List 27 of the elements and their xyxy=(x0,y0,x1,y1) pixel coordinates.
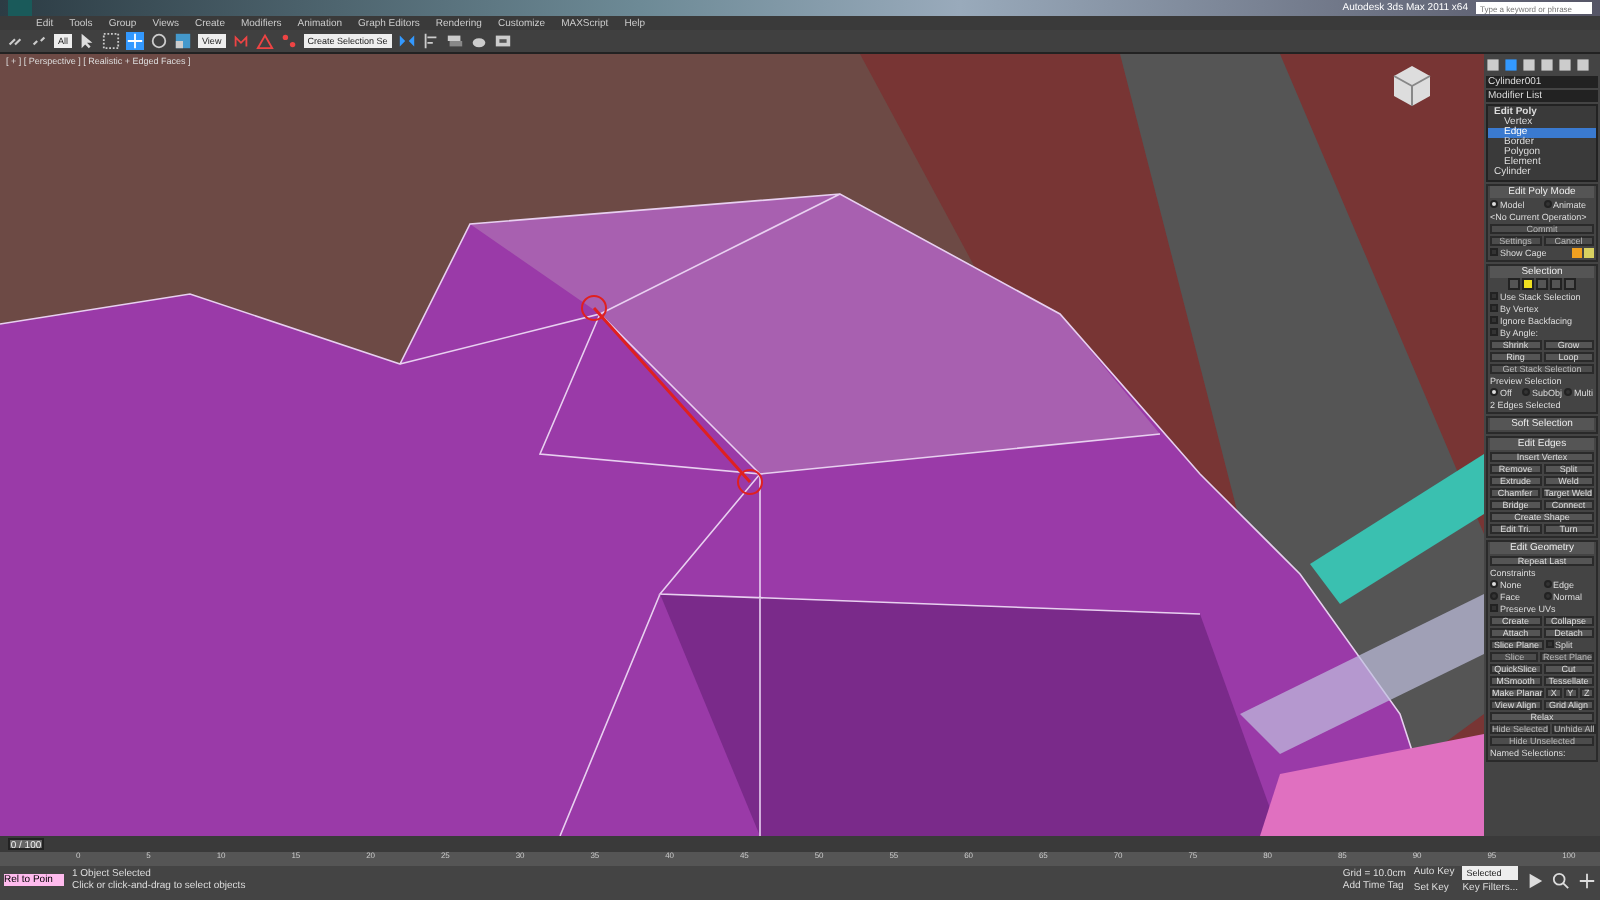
rotate-icon[interactable] xyxy=(150,32,169,50)
radio-button[interactable] xyxy=(1522,388,1530,397)
radio-button[interactable] xyxy=(1543,592,1551,601)
percent-snap-icon[interactable] xyxy=(279,32,298,50)
subobject-level-icon[interactable] xyxy=(1522,278,1534,291)
render-icon[interactable] xyxy=(493,32,512,50)
rectangle-icon[interactable] xyxy=(102,32,121,50)
radio-button[interactable] xyxy=(1543,580,1551,589)
scale-icon[interactable] xyxy=(174,32,193,50)
radio-button[interactable] xyxy=(1490,200,1498,209)
selected-edge[interactable] xyxy=(581,295,763,495)
play-icon[interactable] xyxy=(1526,871,1544,889)
align-icon[interactable] xyxy=(421,32,440,50)
move-icon[interactable] xyxy=(126,32,145,50)
radio-button[interactable] xyxy=(1543,200,1551,209)
unlink-icon[interactable] xyxy=(30,32,48,50)
radio-button[interactable] xyxy=(1564,388,1573,397)
zoom-icon[interactable] xyxy=(1552,871,1570,889)
checkbox[interactable] xyxy=(1545,640,1553,649)
view-cube-icon[interactable] xyxy=(1390,62,1434,110)
layers-icon[interactable] xyxy=(445,32,464,50)
angle-snap-icon[interactable] xyxy=(255,32,274,50)
snap-icon[interactable] xyxy=(231,32,250,50)
color-swatch[interactable] xyxy=(1584,247,1594,258)
color-swatch[interactable] xyxy=(1572,247,1582,258)
pan-icon[interactable] xyxy=(1578,871,1596,889)
arrow-icon[interactable] xyxy=(78,32,97,50)
